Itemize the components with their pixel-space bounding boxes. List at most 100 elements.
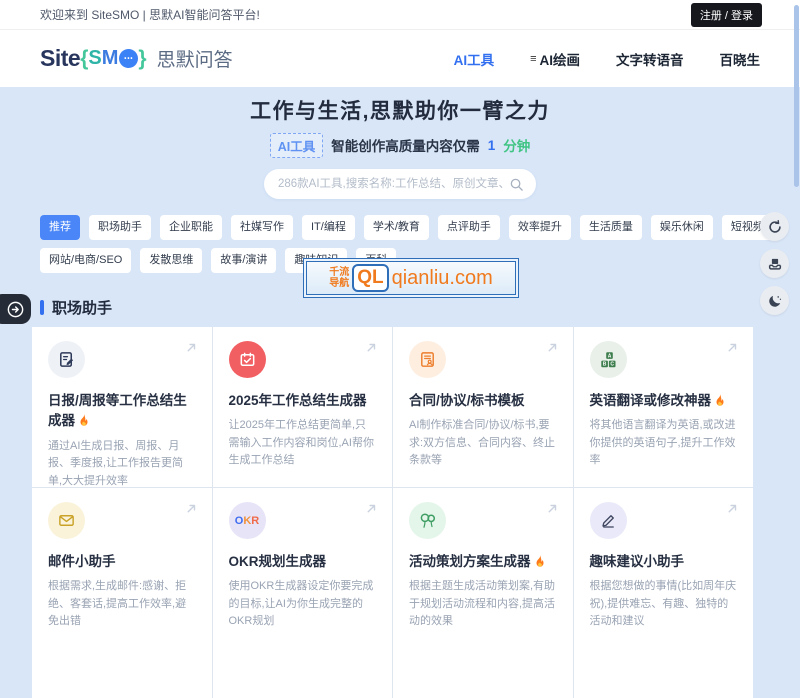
tool-description: 根据主题生成活动策划案,有助于规划活动流程和内容,提高活动的效果 [409, 578, 557, 631]
brand-name: 思默问答 [157, 45, 233, 72]
arrow-up-right-icon [184, 340, 199, 355]
section-title: 职场助手 [52, 297, 112, 318]
tool-description: 通过AI生成日报、周报、月报、季度报,让工作报告更简单,大大提升效率 [48, 438, 196, 488]
arrow-up-right-icon [545, 501, 560, 516]
category-tag[interactable]: 学术/教育 [364, 215, 429, 240]
tool-title: OKR规划生成器 [229, 552, 377, 572]
arrow-up-right-icon [364, 340, 379, 355]
category-tag[interactable]: IT/编程 [302, 215, 355, 240]
subtitle-unit: 分钟 [503, 135, 530, 155]
edit-note-icon [48, 341, 85, 378]
tool-card[interactable]: 合同/协议/标书模板 AI制作标准合同/协议/标书,要求:双方信息、合同内容、终止… [393, 327, 573, 487]
ai-tools-badge: AI工具 [270, 133, 324, 158]
watermark-nav-text: 千流 导航 [329, 267, 349, 290]
navbar: Site { S M ••• } 思默问答 AI工具 ≡AI绘画 文字转语音 百晓生 [0, 30, 800, 87]
scrollbar-thumb[interactable] [794, 5, 799, 187]
tool-description: AI制作标准合同/协议/标书,要求:双方信息、合同内容、终止条款等 [409, 417, 557, 470]
watermark-logo: QL [352, 264, 388, 292]
calendar-check-icon [229, 341, 266, 378]
category-tag[interactable]: 网站/电商/SEO [40, 248, 131, 273]
arrow-right-circle-icon [6, 300, 25, 319]
tool-title: 邮件小助手 [48, 552, 196, 572]
tool-card[interactable]: 日报/周报等工作总结生成器通过AI生成日报、周报、月报、季度报,让工作报告更简单… [32, 327, 212, 487]
pen-icon [590, 502, 627, 539]
arrow-up-right-icon [184, 501, 199, 516]
tools-grid: 日报/周报等工作总结生成器通过AI生成日报、周报、月报、季度报,让工作报告更简单… [32, 327, 753, 698]
nav-item-0[interactable]: AI工具 [454, 49, 495, 69]
tool-title: 合同/协议/标书模板 [409, 391, 557, 411]
tool-description: 根据需求,生成邮件:感谢、拒绝、客套话,提高工作效率,避免出错 [48, 578, 196, 631]
okr-icon: OKR [229, 502, 266, 539]
category-tag[interactable]: 娱乐休闲 [651, 215, 713, 240]
search-bar[interactable] [264, 169, 536, 199]
logo-site-text: Site [40, 45, 80, 72]
search-input[interactable] [276, 177, 509, 191]
svg-text:A: A [608, 353, 612, 359]
hero-subtitle: AI工具 智能创作高质量内容仅需 1 分钟 [0, 134, 800, 156]
logo-brace-open: { [80, 47, 88, 71]
hero-title: 工作与生活,思默助你一臂之力 [0, 99, 800, 125]
tool-card[interactable]: ABC 英语翻译或修改神器将其他语言翻译为英语,或改进你提供的英语句子,提升工作效… [574, 327, 754, 487]
topbar: 欢迎来到 SiteSMO | 思默AI智能问答平台! 注册 / 登录 [0, 0, 800, 30]
category-tag[interactable]: 故事/演讲 [211, 248, 276, 273]
welcome-text: 欢迎来到 SiteSMO | 思默AI智能问答平台! [40, 6, 260, 23]
nav-item-2[interactable]: 文字转语音 [616, 49, 684, 69]
tool-title: 活动策划方案生成器 [409, 552, 557, 572]
tool-card[interactable]: 2025年工作总结生成器让2025年工作总结更简单,只需输入工作内容和岗位,AI… [213, 327, 393, 487]
dark-mode-icon [767, 293, 783, 309]
search-icon[interactable] [509, 177, 524, 192]
tool-description: 根据您想做的事情(比如周年庆祝),提供难忘、有趣、独特的活动和建议 [590, 578, 738, 631]
category-tag[interactable]: 效率提升 [509, 215, 571, 240]
arrow-up-right-icon [364, 501, 379, 516]
category-tag[interactable]: 职场助手 [89, 215, 151, 240]
tool-title: 英语翻译或修改神器 [590, 391, 738, 411]
refresh-icon [767, 219, 783, 235]
logo-m-text: M [102, 47, 119, 70]
nav-item-1[interactable]: ≡AI绘画 [530, 49, 580, 69]
qianliu-watermark[interactable]: 千流 导航 QL qianliu.com [303, 258, 519, 298]
tool-description: 将其他语言翻译为英语,或改进你提供的英语句子,提升工作效率 [590, 417, 738, 470]
site-logo[interactable]: Site { S M ••• } 思默问答 [40, 45, 233, 72]
flame-icon [77, 413, 91, 427]
tool-title: 2025年工作总结生成器 [229, 391, 377, 411]
subtitle-number: 1 [488, 138, 496, 153]
logo-o-circle-icon: ••• [119, 49, 138, 68]
arrow-up-right-icon [725, 501, 740, 516]
arrow-up-right-icon [725, 340, 740, 355]
category-tag[interactable]: 发散思维 [140, 248, 202, 273]
tool-card[interactable]: 邮件小助手根据需求,生成邮件:感谢、拒绝、客套话,提高工作效率,避免出错 [32, 488, 212, 698]
tool-card[interactable]: 活动策划方案生成器根据主题生成活动策划案,有助于规划活动流程和内容,提高活动的效… [393, 488, 573, 698]
dark-mode-button[interactable] [760, 286, 789, 315]
category-tag[interactable]: 企业职能 [160, 215, 222, 240]
contract-icon [409, 341, 446, 378]
tool-card[interactable]: OKR OKR规划生成器使用OKR生成器设定你要完成的目标,让AI为你生成完整的O… [213, 488, 393, 698]
abc-blocks-icon: ABC [590, 341, 627, 378]
tool-title: 趣味建议小助手 [590, 552, 738, 572]
category-tag[interactable]: 推荐 [40, 215, 80, 240]
svg-text:C: C [610, 361, 614, 367]
lines-icon: ≡ [530, 53, 536, 65]
hero-section: 工作与生活,思默助你一臂之力 AI工具 智能创作高质量内容仅需 1 分钟 [0, 87, 800, 199]
flame-icon [713, 393, 727, 407]
refresh-button[interactable] [760, 212, 789, 241]
category-tag[interactable]: 生活质量 [580, 215, 642, 240]
tag-row: 推荐职场助手企业职能社媒写作 IT/编程学术/教育点评助手效率提升生活质量娱乐休闲… [40, 215, 752, 240]
nav-menu: AI工具 ≡AI绘画 文字转语音 百晓生 [454, 49, 760, 69]
floating-toolbar [760, 212, 789, 315]
category-tag[interactable]: 社媒写作 [231, 215, 293, 240]
inbox-button[interactable] [760, 249, 789, 278]
nav-item-3[interactable]: 百晓生 [720, 49, 761, 69]
logo-brace-close: } [138, 47, 146, 71]
tool-description: 使用OKR生成器设定你要完成的目标,让AI为你生成完整的OKR规划 [229, 578, 377, 631]
logo-s-text: S [88, 47, 101, 70]
flame-icon [533, 554, 547, 568]
category-tag[interactable]: 点评助手 [438, 215, 500, 240]
tool-title: 日报/周报等工作总结生成器 [48, 391, 196, 432]
register-login-button[interactable]: 注册 / 登录 [691, 3, 762, 27]
section-header: 职场助手 [40, 297, 800, 318]
tool-card[interactable]: 趣味建议小助手根据您想做的事情(比如周年庆祝),提供难忘、有趣、独特的活动和建议 [574, 488, 754, 698]
slide-toggle-button[interactable] [0, 294, 31, 324]
subtitle-text: 智能创作高质量内容仅需 [331, 135, 480, 155]
section-accent-bar [40, 300, 44, 315]
arrow-up-right-icon [545, 340, 560, 355]
